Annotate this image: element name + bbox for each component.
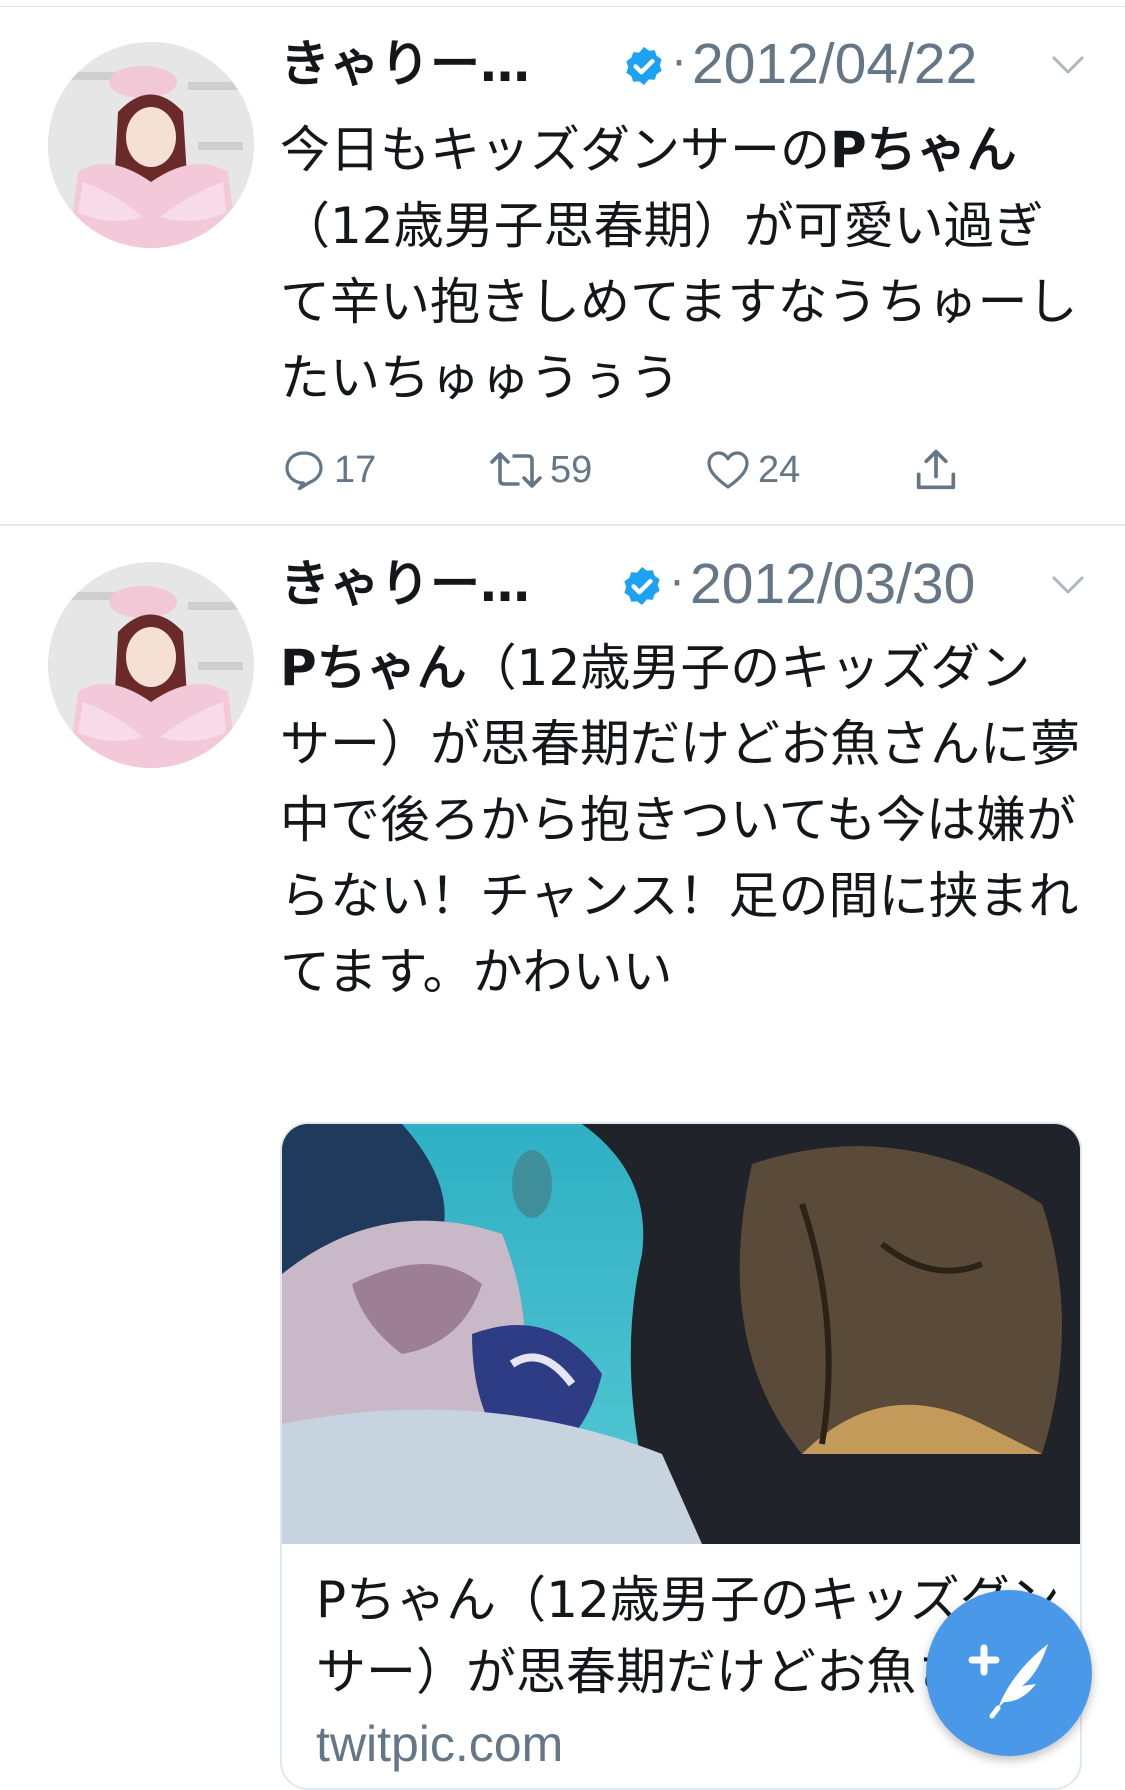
tweet-header: きゃりー… · 2012/03/30 bbox=[280, 548, 1084, 620]
tweet-header: きゃりー… · 2012/04/22 bbox=[280, 28, 1084, 100]
card-image[interactable] bbox=[282, 1124, 1080, 1544]
header-separator: · bbox=[672, 38, 686, 89]
tweet-text: 今日もキッズダンサーのPちゃん （12歳男子思春期）が可愛い過ぎて辛い抱きしめてま… bbox=[280, 112, 1080, 416]
reply-count: 17 bbox=[334, 448, 377, 491]
tweet-text-part: 今日もキッズダンサーの bbox=[280, 121, 830, 179]
like-icon bbox=[707, 451, 749, 489]
user-name[interactable]: きゃりー… bbox=[280, 28, 530, 100]
like-count: 24 bbox=[758, 448, 801, 491]
share-icon bbox=[916, 449, 956, 490]
chevron-down-icon[interactable] bbox=[1048, 50, 1088, 80]
tweet-date[interactable]: 2012/04/22 bbox=[692, 28, 977, 100]
mention-highlight: Pちゃん bbox=[280, 639, 467, 697]
avatar[interactable] bbox=[48, 562, 254, 768]
verified-badge-icon bbox=[626, 47, 662, 85]
tweet-date[interactable]: 2012/03/30 bbox=[690, 548, 975, 620]
retweet-button[interactable]: 59 bbox=[488, 440, 592, 500]
avatar[interactable] bbox=[48, 42, 254, 248]
chevron-down-icon[interactable] bbox=[1048, 570, 1088, 600]
retweet-count: 59 bbox=[550, 448, 593, 491]
like-button[interactable]: 24 bbox=[704, 440, 800, 500]
share-button[interactable] bbox=[910, 440, 962, 500]
mention-highlight: Pちゃん bbox=[830, 121, 1017, 179]
reply-icon bbox=[285, 451, 323, 491]
reply-button[interactable]: 17 bbox=[280, 440, 376, 500]
tweet-text: Pちゃん（12歳男子のキッズダンサー）が思春期だけどお魚さんに夢中で後ろから抱き… bbox=[280, 630, 1080, 1010]
tweet-text-part: （12歳男子思春期）が可愛い過ぎて辛い抱きしめてますなうちゅーしたいちゅゅうぅう bbox=[280, 197, 1078, 407]
retweet-icon bbox=[490, 452, 542, 488]
verified-badge-icon bbox=[624, 567, 660, 605]
compose-tweet-button[interactable] bbox=[926, 1590, 1092, 1756]
header-separator: · bbox=[670, 558, 684, 609]
compose-tweet-icon bbox=[968, 1644, 1048, 1719]
tweet[interactable]: きゃりー… · 2012/04/22 今日もキッズダンサーのPちゃん （12歳男子… bbox=[0, 0, 1125, 526]
user-name[interactable]: きゃりー… bbox=[280, 548, 530, 620]
tweet-actions: 17 59 24 bbox=[280, 440, 1000, 500]
card-domain[interactable]: twitpic.com bbox=[316, 1714, 563, 1774]
